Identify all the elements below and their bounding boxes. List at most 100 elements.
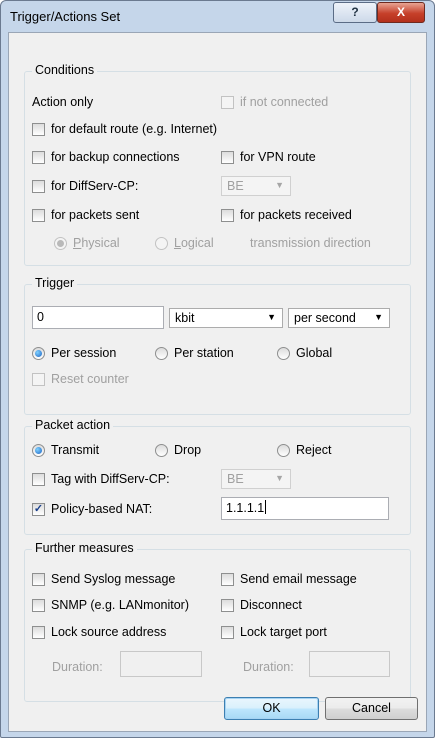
checkbox-box[interactable] [32,372,45,386]
drop-radio[interactable]: Drop [155,441,201,459]
ok-button[interactable]: OK [224,697,319,720]
per-station-radio[interactable]: Per station [155,344,234,362]
logical-mnemonic: L [174,236,181,250]
policy-nat-checkbox[interactable]: ✓ Policy-based NAT: [32,500,152,518]
checkbox-box[interactable] [221,208,234,222]
trigger-unit-value: kbit [175,311,195,325]
source-duration-text: Duration: [52,660,103,674]
text-caret [265,500,267,514]
help-button[interactable]: ? [333,2,377,23]
global-radio[interactable]: Global [277,344,332,362]
physical-label: Physical [73,236,120,250]
lock-source-label: Lock source address [51,625,167,639]
snmp-label: SNMP (e.g. LANmonitor) [51,598,190,612]
reject-radio[interactable]: Reject [277,441,331,459]
further-measures-legend: Further measures [32,541,137,555]
vpn-route-checkbox[interactable]: for VPN route [221,148,316,166]
policy-nat-value: 1.1.1.1 [226,501,265,515]
source-duration-input[interactable] [120,651,202,677]
tag-diffserv-select[interactable]: BE ▼ [221,469,291,489]
radio-dot[interactable] [277,346,290,360]
lock-source-checkbox[interactable]: Lock source address [32,623,166,641]
checkbox-box[interactable] [221,150,234,164]
trigger-value-input[interactable]: 0 [32,306,164,329]
diffserv-cp-label: for DiffServ-CP: [51,179,139,193]
chevron-down-icon: ▼ [275,473,284,483]
transmit-radio[interactable]: Transmit [32,441,99,459]
target-duration-input[interactable] [309,651,390,677]
title-bar[interactable]: Trigger/Actions Set ? X [1,1,434,31]
syslog-label: Send Syslog message [51,572,176,586]
lock-target-checkbox[interactable]: Lock target port [221,623,327,641]
logical-radio[interactable]: Logical [155,234,214,252]
target-duration-text: Duration: [243,660,294,674]
logical-label: Logical [174,236,214,250]
radio-dot[interactable] [277,443,290,457]
trigger-period-select[interactable]: per second ▼ [288,308,390,328]
checkbox-box[interactable] [32,122,45,136]
checkbox-box[interactable] [221,625,234,639]
tag-diffserv-checkbox[interactable]: Tag with DiffServ-CP: [32,470,170,488]
reset-counter-checkbox[interactable]: Reset counter [32,370,129,388]
drop-label: Drop [174,443,202,457]
action-only-label: Action only [32,93,93,111]
radio-dot[interactable] [32,346,45,360]
further-measures-group: Further measures Send Syslog message Sen… [24,541,411,702]
logical-rest: ogical [180,236,214,250]
checkbox-box[interactable] [32,598,45,612]
packets-sent-checkbox[interactable]: for packets sent [32,206,139,224]
dialog-window: Trigger/Actions Set ? X Conditions Actio… [0,0,435,738]
snmp-checkbox[interactable]: SNMP (e.g. LANmonitor) [32,596,189,614]
lock-target-label: Lock target port [240,625,327,639]
radio-dot[interactable] [155,443,168,457]
checkbox-box[interactable] [32,625,45,639]
if-not-connected-checkbox[interactable]: if not connected [221,93,328,111]
diffserv-cp-select[interactable]: BE ▼ [221,176,291,196]
disconnect-label: Disconnect [240,598,302,612]
physical-radio[interactable]: Physical [54,234,120,252]
chevron-down-icon: ▼ [275,180,284,190]
policy-nat-input[interactable]: 1.1.1.1 [221,497,389,520]
disconnect-checkbox[interactable]: Disconnect [221,596,302,614]
physical-rest: hysical [81,236,120,250]
default-route-label: for default route (e.g. Internet) [51,122,218,136]
check-icon[interactable]: ✓ [32,502,45,516]
radio-dot[interactable] [155,346,168,360]
window-title: Trigger/Actions Set [10,9,121,24]
email-label: Send email message [240,572,357,586]
target-duration-label: Duration: [243,658,294,676]
syslog-checkbox[interactable]: Send Syslog message [32,570,175,588]
checkbox-box[interactable] [32,572,45,586]
close-button[interactable]: X [377,2,425,23]
conditions-group: Conditions Action only if not connected … [24,63,411,266]
backup-connections-checkbox[interactable]: for backup connections [32,148,180,166]
checkbox-box[interactable] [32,472,45,486]
action-only-text: Action only [32,95,94,109]
transmit-label: Transmit [51,443,100,457]
checkbox-box[interactable] [32,150,45,164]
default-route-checkbox[interactable]: for default route (e.g. Internet) [32,120,217,138]
email-checkbox[interactable]: Send email message [221,570,357,588]
transmission-direction-label: transmission direction [250,234,371,252]
global-label: Global [296,346,333,360]
transmission-direction-text: transmission direction [250,236,371,250]
reset-counter-label: Reset counter [51,372,129,386]
chevron-down-icon: ▼ [374,312,383,322]
diffserv-cp-checkbox[interactable]: for DiffServ-CP: [32,177,138,195]
radio-dot[interactable] [155,236,168,250]
checkbox-box[interactable] [32,208,45,222]
radio-dot[interactable] [32,443,45,457]
checkbox-box[interactable] [221,598,234,612]
policy-nat-label: Policy-based NAT: [51,502,153,516]
chevron-down-icon: ▼ [267,312,276,322]
radio-dot[interactable] [54,236,67,250]
trigger-period-value: per second [294,311,356,325]
packet-action-legend: Packet action [32,418,114,432]
checkbox-box[interactable] [32,179,45,193]
cancel-button[interactable]: Cancel [325,697,418,720]
packets-received-checkbox[interactable]: for packets received [221,206,352,224]
checkbox-box[interactable] [221,572,234,586]
per-session-radio[interactable]: Per session [32,344,116,362]
trigger-unit-select[interactable]: kbit ▼ [169,308,283,328]
checkbox-box[interactable] [221,95,234,109]
